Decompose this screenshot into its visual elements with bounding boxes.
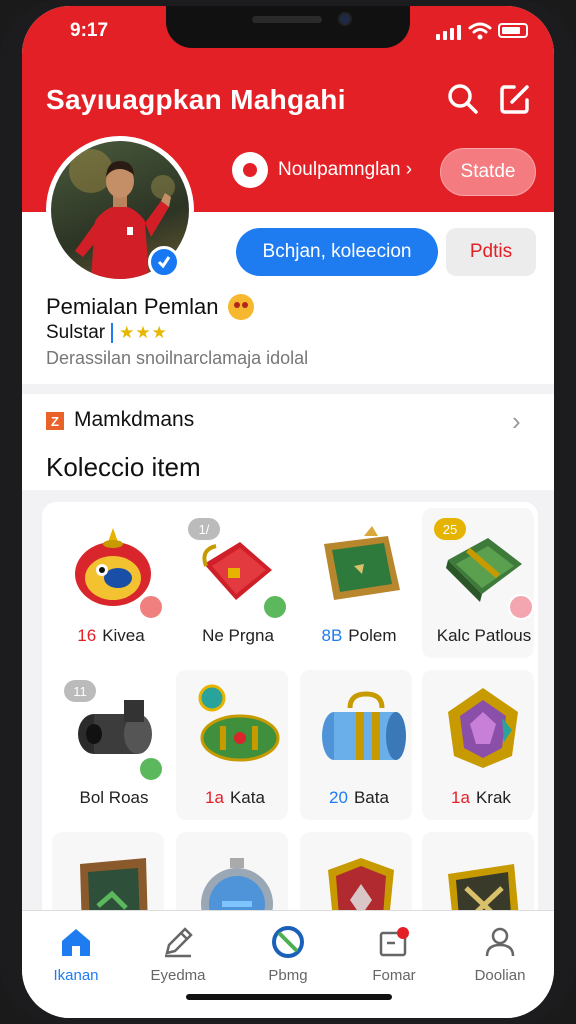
frame-item-icon bbox=[324, 526, 400, 600]
profile-name-text: Pemialan Pemlan bbox=[46, 294, 219, 319]
item-name: Polem bbox=[348, 626, 397, 645]
star-rating: ★★★ bbox=[119, 323, 168, 342]
item-name: Krak bbox=[475, 788, 511, 807]
tab-notifications[interactable]: Fomar bbox=[344, 925, 444, 995]
item-card[interactable]: 16 Kivea bbox=[52, 508, 164, 658]
chevron-right-icon[interactable]: › bbox=[512, 406, 521, 437]
item-tag-icon bbox=[138, 756, 164, 782]
item-tag-icon bbox=[262, 594, 288, 620]
collection-title: Koleccio item bbox=[46, 452, 201, 482]
home-icon bbox=[62, 929, 90, 956]
signal-icon bbox=[436, 24, 461, 40]
collections-header: Z Mamkdmans › Koleccio item bbox=[22, 394, 554, 490]
item-count: 1a bbox=[451, 788, 470, 807]
tab-profile[interactable]: Doolian bbox=[450, 925, 550, 995]
tab-edit[interactable]: Eyedma bbox=[128, 925, 228, 995]
edit-icon[interactable] bbox=[498, 82, 532, 116]
item-name: Kivea bbox=[102, 626, 145, 645]
item-count: 1a bbox=[205, 788, 224, 807]
item-card[interactable]: 1a Krak bbox=[422, 670, 534, 820]
edit-icon bbox=[165, 927, 193, 958]
item-card[interactable]: 8B Polem bbox=[300, 508, 412, 658]
item-label: Ne Prgna bbox=[176, 626, 294, 646]
item-label: Kalc Patlous bbox=[422, 626, 538, 646]
wifi-icon bbox=[468, 22, 492, 40]
case-item-icon bbox=[322, 691, 406, 760]
notch bbox=[166, 6, 410, 48]
item-count: 20 bbox=[329, 788, 348, 807]
item-card[interactable]: 11 Bol Roas bbox=[52, 670, 164, 820]
item-card[interactable]: 20 Bata bbox=[300, 670, 412, 820]
item-name: Bata bbox=[353, 788, 389, 807]
profile-icon bbox=[485, 927, 515, 957]
item-card[interactable] bbox=[176, 832, 288, 922]
item-label: 1a Kata bbox=[176, 788, 294, 808]
item-label: 20 Bata bbox=[300, 788, 418, 808]
items-grid: 16 Kivea 1/ Ne Prgna 8B Polem 25 Kalc Pa… bbox=[42, 502, 538, 922]
location-icon bbox=[232, 152, 268, 188]
item-card[interactable] bbox=[300, 832, 412, 922]
rank-divider bbox=[111, 323, 114, 343]
item-name: Kata bbox=[229, 788, 265, 807]
tab-label: Ikanan bbox=[53, 967, 99, 984]
gem-item-icon bbox=[448, 688, 518, 768]
item-label: 1a Krak bbox=[422, 788, 538, 808]
item-name: Bol Roas bbox=[79, 788, 149, 807]
tab-label: Pbmg bbox=[268, 967, 308, 984]
profile-rank: Sulstar ★★★ bbox=[46, 322, 168, 344]
phone-frame: 9:17 Sayıuagpkan Mahgahi Noulpamnglan › … bbox=[0, 0, 576, 1024]
item-label: Bol Roas bbox=[52, 788, 170, 808]
app-title: Sayıuagpkan Mahgahi bbox=[46, 84, 346, 115]
tab-label: Fomar bbox=[372, 967, 416, 984]
tab-label: Doolian bbox=[474, 967, 526, 984]
item-label: 16 Kivea bbox=[52, 626, 170, 646]
item-tag-icon bbox=[138, 594, 164, 620]
tab-bar: Ikanan Eyedma Pbmg Fomar Doolian bbox=[22, 910, 554, 1018]
tab-home[interactable]: Ikanan bbox=[26, 925, 126, 995]
notification-icon bbox=[379, 927, 409, 957]
tab-pbmg[interactable]: Pbmg bbox=[238, 925, 338, 995]
collection-button[interactable]: Bchjan, koleecion bbox=[236, 228, 438, 276]
item-card[interactable]: 25 Kalc Patlous bbox=[422, 508, 534, 658]
section-title[interactable]: Mamkdmans bbox=[74, 408, 194, 432]
scroll-item-icon bbox=[198, 684, 280, 762]
status-time: 9:17 bbox=[70, 20, 109, 41]
item-card[interactable] bbox=[52, 832, 164, 922]
emoji-icon bbox=[228, 294, 255, 320]
battery-icon bbox=[498, 23, 528, 38]
circle-slash-icon bbox=[272, 926, 304, 958]
secondary-button[interactable]: Pdtis bbox=[446, 228, 536, 276]
tab-label: Eyedma bbox=[150, 967, 206, 984]
verified-icon bbox=[148, 246, 180, 278]
item-name: Ne Prgna bbox=[202, 626, 274, 645]
speaker-grille bbox=[252, 16, 322, 23]
section-icon: Z bbox=[46, 412, 64, 430]
location-chip[interactable]: Noulpamnglan › bbox=[232, 152, 412, 188]
item-count: 16 bbox=[77, 626, 97, 645]
item-name: Kalc Patlous bbox=[436, 626, 532, 645]
home-indicator[interactable] bbox=[186, 994, 392, 1000]
location-label: Noulpamnglan › bbox=[278, 159, 413, 180]
profile-name: Pemialan Pemlan bbox=[46, 294, 255, 320]
item-card[interactable]: 1/ Ne Prgna bbox=[176, 508, 288, 658]
item-tag-icon bbox=[508, 594, 534, 620]
camera-icon bbox=[338, 12, 352, 26]
item-label: 8B Polem bbox=[300, 626, 418, 646]
item-count: 8B bbox=[321, 626, 343, 645]
screen: 9:17 Sayıuagpkan Mahgahi Noulpamnglan › … bbox=[22, 6, 554, 1018]
profile-description: Derassilan snoilnarclamaja idolal bbox=[46, 348, 309, 368]
item-card[interactable]: 1a Kata bbox=[176, 670, 288, 820]
profile-rank-text: Sulstar bbox=[46, 322, 106, 343]
status-button[interactable]: Statde bbox=[440, 148, 536, 196]
item-card[interactable] bbox=[422, 832, 534, 922]
search-icon[interactable] bbox=[446, 82, 480, 116]
